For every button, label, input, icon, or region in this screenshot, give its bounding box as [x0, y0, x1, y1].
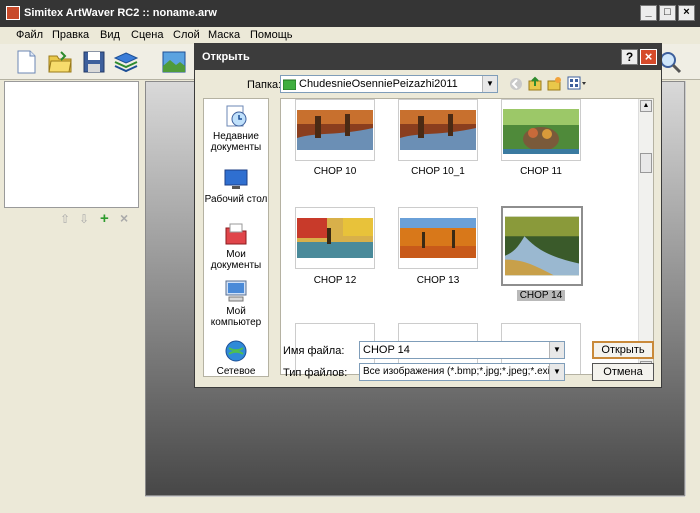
folder-icon — [283, 79, 296, 90]
file-name[interactable]: CHOP 12 — [293, 275, 377, 286]
file-thumbnail[interactable] — [398, 99, 478, 161]
minimize-button[interactable]: _ — [640, 5, 657, 21]
scroll-up-icon[interactable]: ▲ — [640, 100, 652, 112]
file-thumbnail[interactable] — [501, 99, 581, 161]
move-down-icon[interactable]: ⇩ — [79, 212, 89, 226]
layers-panel — [4, 81, 139, 208]
scroll-thumb[interactable] — [640, 153, 652, 173]
up-folder-icon[interactable] — [528, 76, 543, 91]
view-menu-icon[interactable] — [567, 76, 587, 91]
file-list: CHOP 10 CHOP 10_1 CHOP 11 CHOP 12 CHOP 1… — [280, 98, 654, 375]
my-documents-icon — [225, 223, 247, 245]
chevron-down-icon[interactable]: ▼ — [549, 364, 564, 380]
workspace-vertical-scrollbar[interactable] — [685, 81, 700, 496]
menu-scene[interactable]: Сцена — [131, 29, 163, 41]
place-label: Мой компьютер — [210, 306, 262, 328]
place-label: Сетевое — [216, 366, 256, 377]
menu-edit[interactable]: Правка — [52, 29, 89, 41]
place-my-computer[interactable]: Мой компьютер — [204, 279, 268, 328]
filetype-value: Все изображения (*.bmp;*.jpg;*.jpeg;*.ex… — [363, 366, 565, 377]
menu-view[interactable]: Вид — [100, 29, 120, 41]
file-thumbnail-selected[interactable] — [501, 206, 583, 286]
dialog-title: Открыть — [202, 51, 250, 63]
file-name[interactable]: CHOP 10 — [293, 166, 377, 177]
filename-input[interactable]: CHOP 14 ▼ — [359, 341, 565, 359]
add-layer-icon[interactable]: + — [100, 210, 109, 227]
menubar: Файл Правка Вид Сцена Слой Маска Помощь — [0, 27, 700, 44]
file-name[interactable]: CHOP 11 — [499, 166, 583, 177]
file-thumbnail[interactable] — [398, 207, 478, 269]
move-up-icon[interactable]: ⇧ — [60, 212, 70, 226]
filetype-label: Тип файлов: — [283, 367, 348, 379]
new-document-icon[interactable] — [12, 48, 40, 76]
thumbnail-image — [505, 216, 579, 276]
my-computer-icon — [225, 280, 247, 302]
filetype-select[interactable]: Все изображения (*.bmp;*.jpg;*.jpeg;*.ex… — [359, 363, 565, 381]
open-folder-icon[interactable] — [46, 48, 74, 76]
place-label: Мои документы — [210, 249, 262, 271]
thumbnail-image — [297, 218, 373, 258]
open-button[interactable]: Открыть — [592, 341, 654, 359]
back-icon[interactable] — [509, 77, 523, 91]
cancel-button[interactable]: Отмена — [592, 363, 654, 381]
window-title: Simitex ArtWaver RC2 :: noname.arw — [24, 7, 217, 19]
recent-documents-icon — [226, 105, 247, 127]
left-lower-panel — [4, 230, 139, 510]
place-my-documents[interactable]: Мои документы — [204, 222, 268, 271]
app-icon — [6, 6, 20, 20]
open-dialog: Открыть ? × Папка: ChudesnieOsenniePeiza… — [194, 43, 662, 388]
layers-panel-tools: ⇧ ⇩ + × — [4, 209, 139, 229]
file-name[interactable]: CHOP 10_1 — [396, 166, 480, 177]
menu-help[interactable]: Помощь — [250, 29, 293, 41]
place-desktop[interactable]: Рабочий стол — [204, 167, 268, 205]
save-icon[interactable] — [80, 48, 108, 76]
thumbnail-image — [400, 218, 476, 258]
chevron-down-icon[interactable]: ▼ — [482, 76, 497, 92]
place-network[interactable]: Сетевое — [204, 339, 268, 377]
filename-value: CHOP 14 — [363, 344, 410, 356]
maximize-button[interactable]: □ — [659, 5, 676, 21]
delete-layer-icon[interactable]: × — [120, 210, 128, 226]
menu-mask[interactable]: Маска — [208, 29, 240, 41]
help-button[interactable]: ? — [621, 49, 638, 65]
filename-label: Имя файла: — [283, 345, 345, 357]
chevron-down-icon[interactable]: ▼ — [549, 342, 564, 358]
places-bar: Недавние документы Рабочий стол Мои доку… — [203, 98, 269, 377]
place-label: Рабочий стол — [204, 194, 268, 205]
main-titlebar: Simitex ArtWaver RC2 :: noname.arw _ □ × — [0, 0, 700, 27]
dialog-titlebar: Открыть ? × — [195, 44, 661, 70]
thumbnail-image — [400, 110, 476, 150]
dialog-close-button[interactable]: × — [640, 49, 657, 65]
menu-layer[interactable]: Слой — [173, 29, 200, 41]
file-thumbnail[interactable] — [295, 99, 375, 161]
place-label: Недавние документы — [210, 131, 262, 153]
folder-value: ChudesnieOsenniePeizazhi2011 — [299, 78, 458, 90]
folder-select[interactable]: ChudesnieOsenniePeizazhi2011 ▼ — [280, 75, 498, 93]
desktop-icon — [224, 169, 248, 189]
layers-icon[interactable] — [112, 48, 140, 76]
file-name-selected[interactable]: CHOP 14 — [499, 290, 583, 301]
place-recent[interactable]: Недавние документы — [204, 104, 268, 153]
new-folder-icon[interactable] — [547, 76, 562, 91]
close-button[interactable]: × — [678, 5, 695, 21]
image-icon[interactable] — [160, 48, 188, 76]
workspace-horizontal-scrollbar[interactable] — [145, 496, 685, 511]
file-thumbnail[interactable] — [295, 207, 375, 269]
network-icon — [225, 340, 247, 362]
file-list-scrollbar[interactable]: ▲ ▼ — [638, 99, 653, 374]
thumbnail-image — [503, 109, 579, 154]
menu-file[interactable]: Файл — [16, 29, 43, 41]
file-name[interactable]: CHOP 13 — [396, 275, 480, 286]
folder-label: Папка: — [247, 79, 282, 91]
thumbnail-image — [297, 110, 373, 150]
